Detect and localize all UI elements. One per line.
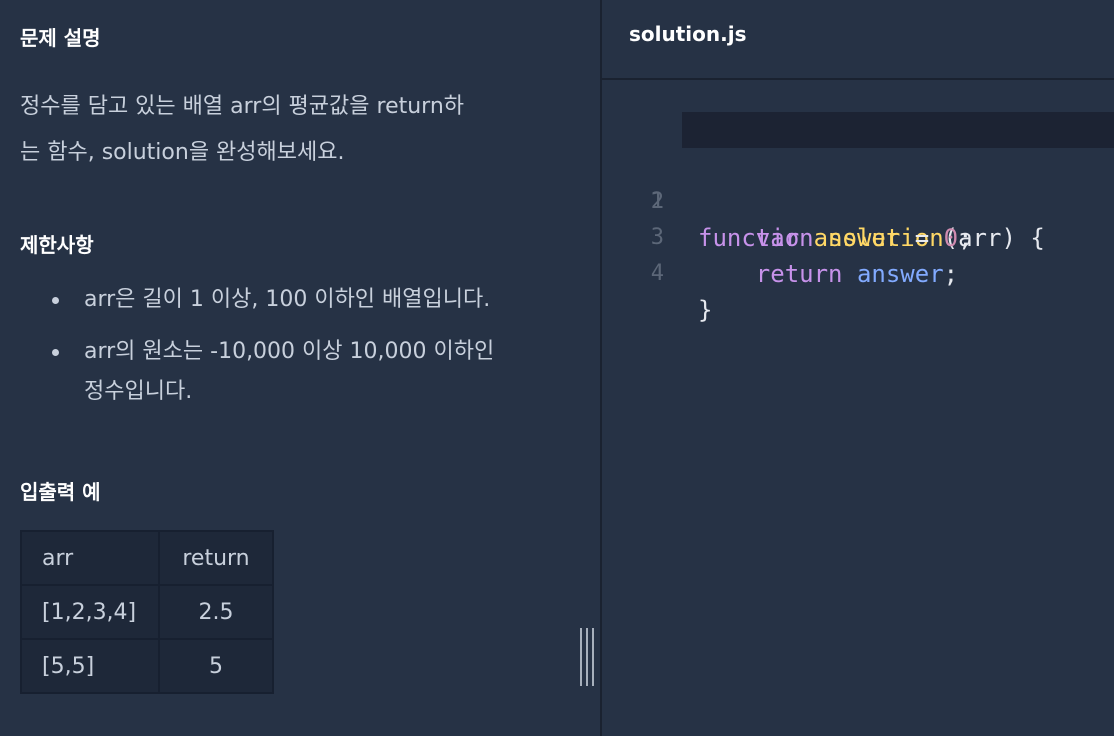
code-text[interactable]: } <box>698 292 712 328</box>
constraint-item: arr의 원소는 -10,000 이상 10,000 이하인 정수입니다. <box>52 332 552 412</box>
code-line[interactable]: 1 function solution(arr) { <box>602 112 1114 252</box>
examples-table: arr return [1,2,3,4] 2.5 [5,5] 5 <box>20 530 274 694</box>
constraints-heading: 제한사항 <box>20 233 94 257</box>
cell-arr: [1,2,3,4] <box>20 584 160 640</box>
app-window: 문제 설명 정수를 담고 있는 배열 arr의 평균값을 return하 는 함… <box>0 0 1114 736</box>
description-line-1: 정수를 담고 있는 배열 arr의 평균값을 return하 <box>20 94 465 119</box>
description-text: 정수를 담고 있는 배열 arr의 평균값을 return하 는 함수, sol… <box>20 84 530 176</box>
constraint-item: arr은 길이 1 이상, 100 이하인 배열입니다. <box>52 280 552 320</box>
examples-heading: 입출력 예 <box>20 480 101 504</box>
constraint-text: arr은 길이 1 이상, 100 이하인 배열입니다. <box>84 287 491 312</box>
table-row: [1,2,3,4] 2.5 <box>20 584 274 640</box>
editor-panel: solution.js 1 function solution(arr) { 2… <box>602 0 1114 736</box>
table-row: [5,5] 5 <box>20 638 274 694</box>
problem-panel: 문제 설명 정수를 담고 있는 배열 arr의 평균값을 return하 는 함… <box>0 0 600 736</box>
cell-return: 2.5 <box>158 584 274 640</box>
line-number: 4 <box>650 261 664 286</box>
column-header-return: return <box>158 530 274 586</box>
active-line-highlight <box>682 112 1114 148</box>
cell-arr: [5,5] <box>20 638 160 694</box>
code-text[interactable]: return answer; <box>698 256 958 292</box>
bullet-icon <box>52 297 59 304</box>
constraint-text-line-1: arr의 원소는 -10,000 이상 10,000 이하인 <box>84 339 495 364</box>
description-heading: 문제 설명 <box>20 26 101 50</box>
table-header-row: arr return <box>20 530 274 586</box>
code-line[interactable]: 3 return answer; <box>602 184 1114 288</box>
constraints-list: arr은 길이 1 이상, 100 이하인 배열입니다. arr의 원소는 -1… <box>52 280 552 424</box>
constraint-text-line-2: 정수입니다. <box>84 379 193 404</box>
cell-return: 5 <box>158 638 274 694</box>
code-editor[interactable]: 1 function solution(arr) { 2 var answer … <box>602 112 1114 324</box>
resize-handle-icon[interactable] <box>578 628 596 686</box>
editor-header: solution.js <box>602 0 1114 80</box>
description-line-2: 는 함수, solution을 완성해보세요. <box>20 140 345 165</box>
code-line[interactable]: 4 } <box>602 220 1114 324</box>
bullet-icon <box>52 349 59 356</box>
column-header-arr: arr <box>20 530 160 586</box>
file-tab[interactable]: solution.js <box>629 22 747 46</box>
code-line[interactable]: 2 var answer = 0; <box>602 148 1114 252</box>
